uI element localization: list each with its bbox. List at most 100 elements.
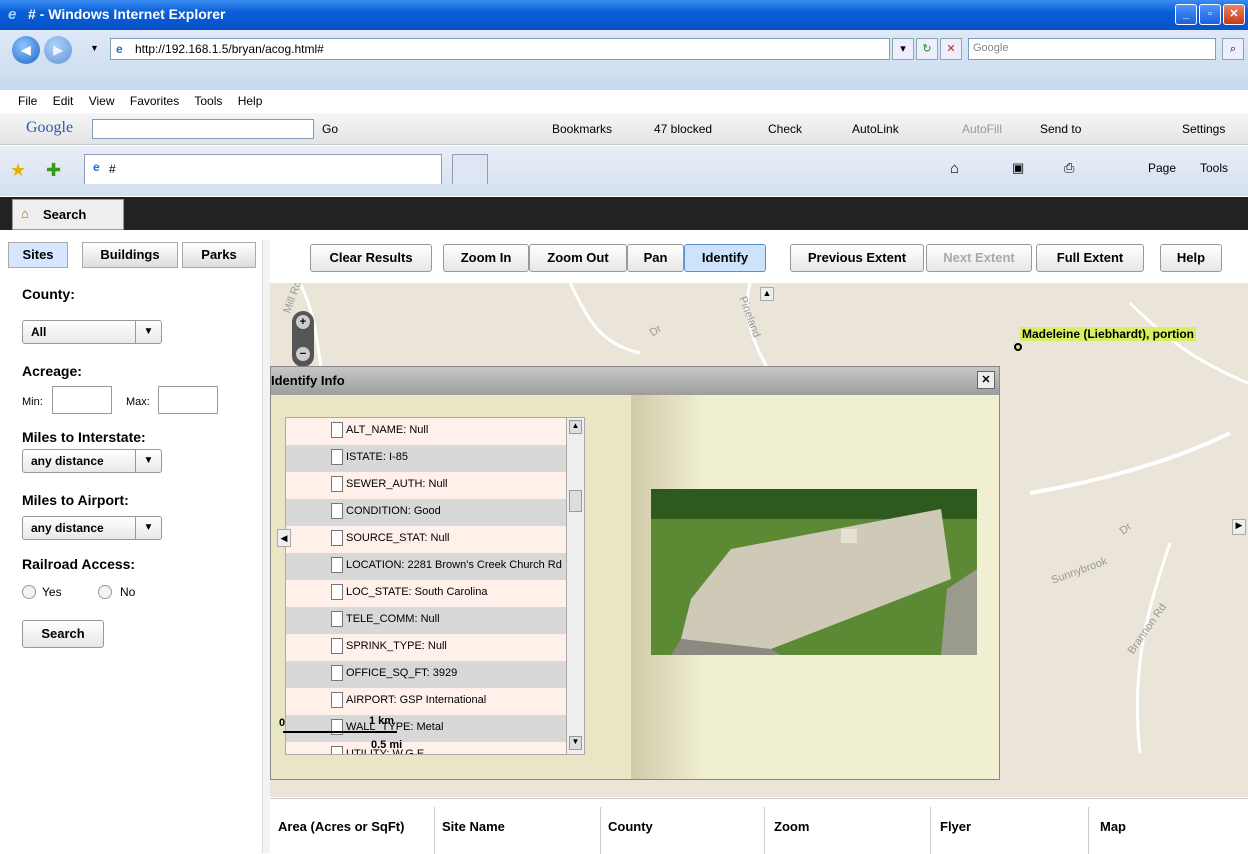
settings-button[interactable]: Settings (1182, 122, 1225, 136)
back-button[interactable]: ◀ (12, 36, 40, 64)
col-area[interactable]: Area (Acres or SqFt) (278, 819, 404, 834)
col-flyer[interactable]: Flyer (940, 819, 971, 834)
attribute-text: SEWER_AUTH: Null (346, 478, 448, 490)
county-select[interactable]: All ▼ (22, 320, 162, 344)
url-dropdown-button[interactable]: ▾ (892, 38, 914, 60)
acreage-min-input[interactable] (52, 386, 112, 414)
airport-value: any distance (31, 521, 104, 535)
column-divider (600, 807, 601, 854)
attribute-list[interactable]: ALT_NAME: Null ISTATE: I-85 SEWER_AUTH: Nu… (285, 417, 585, 755)
scale-km: 1 km (369, 715, 395, 727)
railroad-yes-radio[interactable] (22, 585, 36, 599)
col-zoom[interactable]: Zoom (774, 819, 809, 834)
autolink-button[interactable]: AutoLink (852, 122, 899, 136)
scroll-up-icon[interactable]: ▲ (569, 420, 582, 434)
minimize-button[interactable]: _ (1175, 4, 1197, 25)
identify-header: Identify Info ✕ (271, 367, 999, 395)
popup-blocked-button[interactable]: 47 blocked (654, 122, 712, 136)
spell-check-button[interactable]: Check (768, 122, 802, 136)
scroll-thumb[interactable] (569, 490, 582, 512)
scale-bar: 0 1 km 0.5 mi (279, 715, 409, 757)
zoom-slider[interactable]: + − (292, 311, 314, 367)
menu-favorites[interactable]: Favorites (130, 94, 179, 108)
add-favorite-icon[interactable]: ✚ (46, 160, 61, 181)
attribute-scrollbar[interactable]: ▲ ▼ (566, 418, 584, 754)
google-search-input[interactable] (92, 119, 314, 139)
zoom-out-button[interactable]: Zoom Out (529, 244, 627, 272)
col-map[interactable]: Map (1100, 819, 1126, 834)
help-button[interactable]: Help (1160, 244, 1222, 272)
search-button[interactable]: Search (22, 620, 104, 648)
scroll-down-icon[interactable]: ▼ (569, 736, 582, 750)
pan-button[interactable]: Pan (627, 244, 684, 272)
previous-extent-button[interactable]: Previous Extent (790, 244, 924, 272)
attribute-text: ISTATE: I-85 (346, 451, 408, 463)
maximize-button[interactable]: ▫ (1199, 4, 1221, 25)
menu-file[interactable]: File (18, 94, 37, 108)
interstate-select[interactable]: any distance ▼ (22, 449, 162, 473)
acreage-max-input[interactable] (158, 386, 218, 414)
zoom-in-button[interactable]: Zoom In (443, 244, 529, 272)
google-go-button[interactable]: Go (322, 122, 338, 136)
feeds-icon[interactable]: ▣ (1012, 160, 1024, 176)
airport-select[interactable]: any distance ▼ (22, 516, 162, 540)
results-table: Area (Acres or SqFt) Site Name County Zo… (270, 798, 1248, 854)
favorites-star-icon[interactable]: ★ (10, 160, 26, 181)
panel-splitter[interactable] (262, 240, 270, 853)
menu-edit[interactable]: Edit (53, 94, 74, 108)
refresh-button[interactable]: ↻ (916, 38, 938, 60)
railroad-no-label: No (120, 585, 136, 599)
search-icon[interactable]: ⌕ (1222, 38, 1244, 60)
map-zoom-out-icon[interactable]: − (296, 347, 310, 361)
pan-left-icon[interactable]: ◀ (277, 529, 291, 547)
interstate-label: Miles to Interstate: (22, 429, 146, 445)
page-menu-button[interactable]: Page (1148, 161, 1176, 175)
menu-view[interactable]: View (89, 94, 115, 108)
stop-button[interactable]: ✕ (940, 38, 962, 60)
url-field[interactable]: e http://192.168.1.5/bryan/acog.html# (110, 38, 890, 60)
menu-help[interactable]: Help (238, 94, 263, 108)
new-tab-button[interactable] (452, 154, 488, 184)
identify-button[interactable]: Identify (684, 244, 766, 272)
attribute-text: LOC_STATE: South Carolina (346, 586, 488, 598)
attribute-text: TELE_COMM: Null (346, 613, 440, 625)
attribute-row: AIRPORT: GSP International (286, 688, 584, 715)
interstate-value: any distance (31, 454, 104, 468)
attribute-row: OFFICE_SQ_FT: 3929 (286, 661, 584, 688)
print-icon[interactable]: ⎙ (1064, 160, 1074, 176)
next-extent-button[interactable]: Next Extent (926, 244, 1032, 272)
attribute-row: ISTATE: I-85 (286, 445, 584, 472)
forward-button[interactable]: ▶ (44, 36, 72, 64)
pan-right-icon[interactable]: ▶ (1232, 519, 1246, 535)
menu-tools[interactable]: Tools (194, 94, 222, 108)
col-county[interactable]: County (608, 819, 653, 834)
browser-tab-active[interactable]: e # (84, 154, 442, 184)
close-icon[interactable]: ✕ (977, 371, 995, 389)
autofill-button[interactable]: AutoFill (962, 122, 1002, 136)
home-icon[interactable]: ⌂ (950, 160, 959, 177)
clear-results-button[interactable]: Clear Results (310, 244, 432, 272)
send-to-button[interactable]: Send to (1040, 122, 1081, 136)
bookmarks-button[interactable]: Bookmarks (552, 122, 612, 136)
acreage-label: Acreage: (22, 363, 82, 379)
tools-menu-button[interactable]: Tools (1200, 161, 1228, 175)
history-dropdown-icon[interactable]: ▼ (90, 43, 99, 53)
attribute-text: ALT_NAME: Null (346, 424, 429, 436)
search-input[interactable]: Google (968, 38, 1216, 60)
col-site-name[interactable]: Site Name (442, 819, 505, 834)
tab-sites[interactable]: Sites (8, 242, 68, 268)
feature-marker[interactable] (1014, 343, 1022, 351)
attribute-text: AIRPORT: GSP International (346, 694, 487, 706)
map-zoom-in-icon[interactable]: + (296, 315, 310, 329)
min-label: Min: (22, 396, 43, 408)
tab-buildings[interactable]: Buildings (82, 242, 178, 268)
full-extent-button[interactable]: Full Extent (1036, 244, 1144, 272)
attribute-text: LOCATION: 2281 Brown's Creek Church Rd (346, 559, 562, 571)
county-value: All (31, 325, 47, 339)
railroad-no-radio[interactable] (98, 585, 112, 599)
close-window-button[interactable]: ✕ (1223, 4, 1245, 25)
tab-parks[interactable]: Parks (182, 242, 256, 268)
search-tab[interactable]: ⌂ Search (12, 199, 124, 230)
pan-up-icon[interactable]: ▲ (760, 287, 774, 301)
window-titlebar: e # - Windows Internet Explorer _ ▫ ✕ (0, 0, 1248, 30)
